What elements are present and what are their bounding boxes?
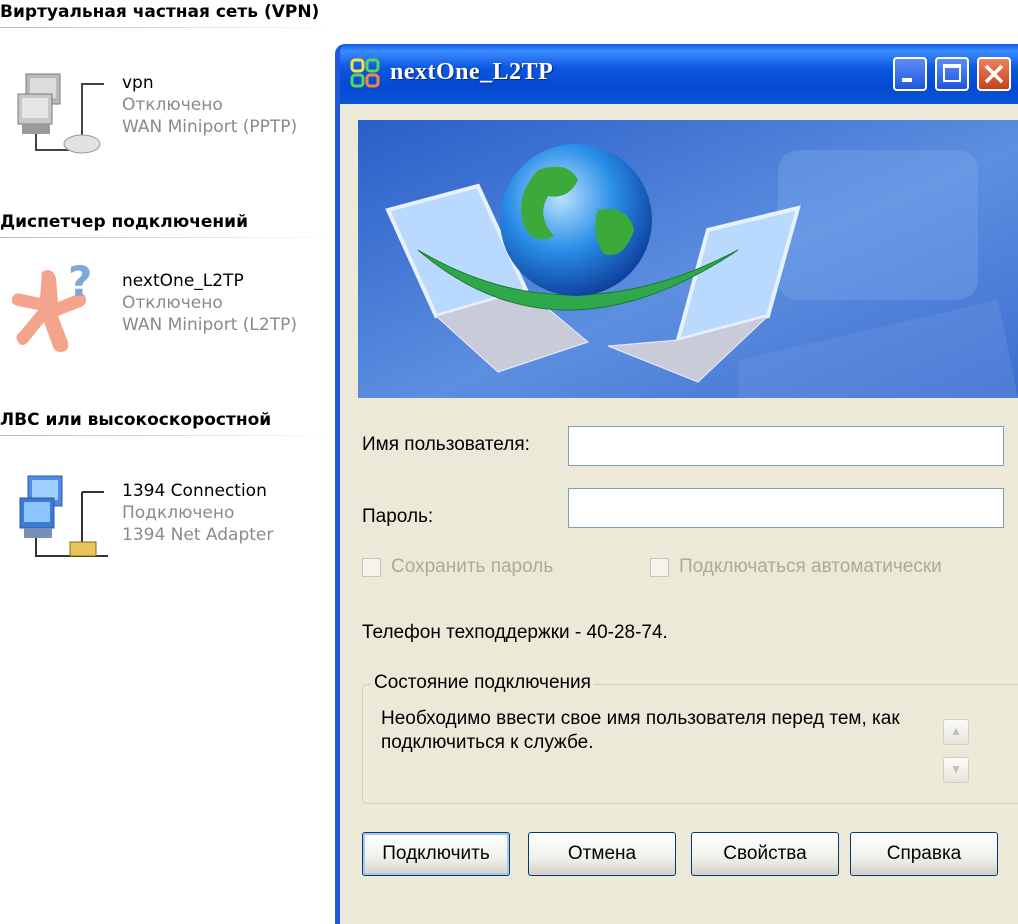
auto-connect-checkbox[interactable]: Подключаться автоматически bbox=[650, 556, 942, 578]
connect-button[interactable]: Подключить bbox=[362, 832, 510, 876]
network-computers-icon bbox=[17, 73, 104, 154]
scroll-up-icon[interactable]: ▲ bbox=[943, 719, 969, 745]
properties-button[interactable]: Свойства bbox=[691, 832, 839, 876]
dialog-titlebar[interactable]: nextOne_L2TP bbox=[340, 44, 1018, 104]
connection-manager-small-icon bbox=[350, 58, 380, 88]
connect-dialog: nextOne_L2TP Имя пользователя: Пароль: С… bbox=[335, 44, 1018, 924]
dialog-client-area: Имя пользователя: Пароль: Сохранить паро… bbox=[340, 104, 1018, 924]
support-phone-text: Телефон техподдержки - 40-28-74. bbox=[362, 622, 668, 643]
connection-item-nextone[interactable]: ? nextOne_L2TP Отключено WAN Miniport (L… bbox=[12, 262, 342, 358]
connection-device: WAN Miniport (L2TP) bbox=[122, 315, 297, 335]
status-scrollbar[interactable]: ▲ ▼ bbox=[943, 719, 969, 783]
status-message: Необходимо ввести свое имя пользователя … bbox=[381, 708, 900, 753]
save-password-label: Сохранить пароль bbox=[391, 556, 554, 577]
save-password-checkbox[interactable]: Сохранить пароль bbox=[362, 556, 553, 578]
minimize-icon bbox=[902, 78, 912, 82]
group-header-lan: ЛВС или высокоскоростной bbox=[0, 410, 340, 436]
minimize-button[interactable] bbox=[893, 57, 927, 91]
connection-text: vpn Отключено WAN Miniport (PPTP) bbox=[122, 72, 297, 138]
status-group-label: Состояние подключения bbox=[371, 672, 594, 694]
connection-status: Отключено bbox=[122, 95, 223, 115]
close-button[interactable] bbox=[977, 57, 1011, 91]
connection-status: Подключено bbox=[122, 503, 235, 523]
group-header-cm: Диспетчер подключений bbox=[0, 212, 340, 238]
group-divider bbox=[0, 27, 340, 28]
connection-name: vpn bbox=[122, 73, 154, 93]
dialog-title: nextOne_L2TP bbox=[390, 59, 554, 85]
connection-status: Отключено bbox=[122, 293, 223, 313]
lan-connection-icon bbox=[19, 475, 108, 557]
connection-device: WAN Miniport (PPTP) bbox=[122, 117, 298, 137]
username-input[interactable] bbox=[568, 426, 1004, 466]
password-label: Пароль: bbox=[362, 506, 434, 527]
close-icon bbox=[984, 64, 1004, 84]
connection-device: 1394 Net Adapter bbox=[122, 525, 274, 545]
checkbox-box[interactable] bbox=[362, 557, 381, 577]
group-header-label: Диспетчер подключений bbox=[0, 212, 248, 232]
username-label: Имя пользователя: bbox=[362, 434, 530, 455]
group-divider bbox=[0, 435, 340, 436]
svg-text:?: ? bbox=[68, 262, 92, 306]
connection-name: 1394 Connection bbox=[122, 481, 267, 501]
group-header-label: ЛВС или высокоскоростной bbox=[0, 410, 272, 430]
group-header-vpn: Виртуальная частная сеть (VPN) bbox=[0, 2, 340, 28]
connection-name: nextOne_L2TP bbox=[122, 271, 244, 291]
maximize-button[interactable] bbox=[935, 57, 969, 91]
connection-item-vpn[interactable]: vpn Отключено WAN Miniport (PPTP) bbox=[12, 64, 342, 160]
scroll-down-icon[interactable]: ▼ bbox=[943, 757, 969, 783]
connection-item-1394[interactable]: 1394 Connection Подключено 1394 Net Adap… bbox=[12, 472, 342, 568]
group-header-label: Виртуальная частная сеть (VPN) bbox=[0, 2, 320, 22]
cancel-button[interactable]: Отмена bbox=[528, 832, 676, 876]
auto-connect-label: Подключаться автоматически bbox=[679, 556, 942, 577]
globe-laptops-banner bbox=[358, 120, 1018, 398]
maximize-icon bbox=[943, 64, 961, 82]
password-input[interactable] bbox=[568, 488, 1004, 528]
help-button[interactable]: Справка bbox=[850, 832, 998, 876]
group-divider bbox=[0, 237, 340, 238]
connection-text: 1394 Connection Подключено 1394 Net Adap… bbox=[122, 480, 273, 546]
connection-manager-icon: ? bbox=[12, 262, 92, 352]
checkbox-box[interactable] bbox=[650, 557, 669, 577]
connection-text: nextOne_L2TP Отключено WAN Miniport (L2T… bbox=[122, 270, 297, 336]
connection-status-group: Состояние подключения Необходимо ввести … bbox=[362, 672, 1018, 804]
